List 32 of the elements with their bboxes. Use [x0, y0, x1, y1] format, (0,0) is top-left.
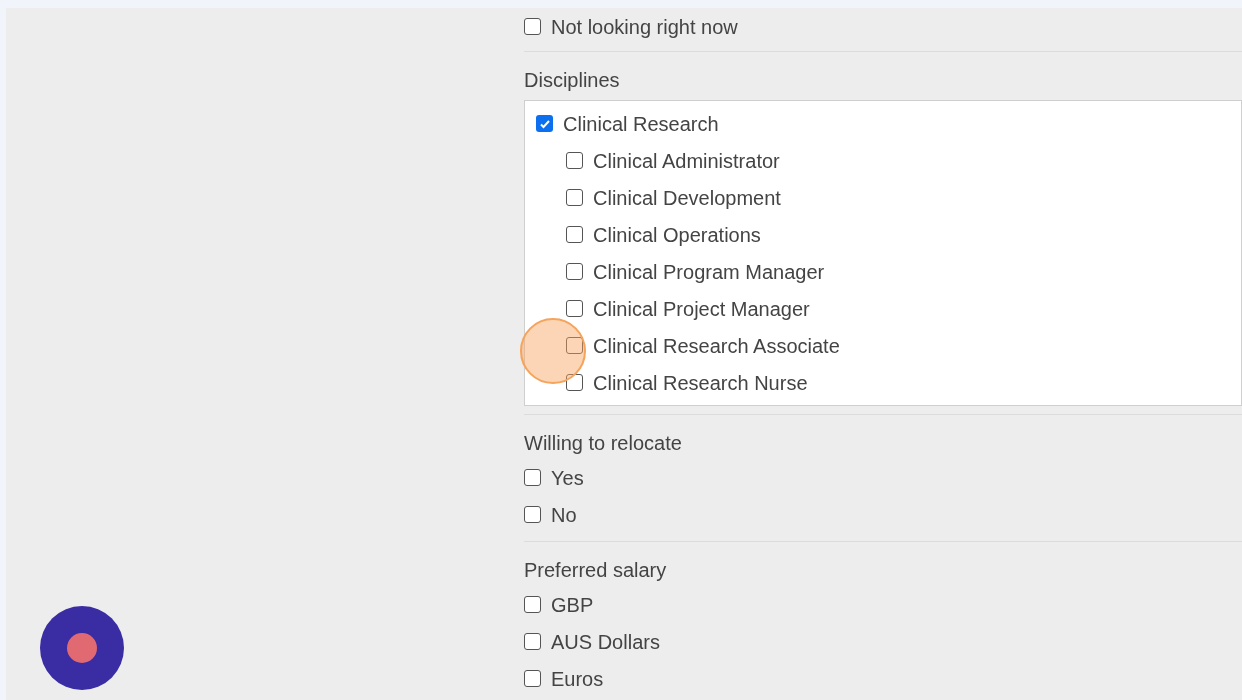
checkbox[interactable]: [524, 670, 541, 687]
option-label: Clinical Project Manager: [593, 296, 810, 322]
checkbox[interactable]: [566, 263, 583, 280]
checkbox[interactable]: [524, 18, 541, 35]
section-title: Disciplines: [524, 68, 621, 93]
option-label: Clinical Research: [563, 111, 719, 137]
checkbox[interactable]: [566, 226, 583, 243]
option-label: No: [551, 502, 577, 528]
checkbox[interactable]: [524, 633, 541, 650]
option-label: AUS Dollars: [551, 629, 660, 655]
option-label: Yes: [551, 465, 584, 491]
option-label: Clinical Research Associate: [593, 333, 840, 359]
checkbox[interactable]: [524, 506, 541, 523]
option-label: Clinical Research Nurse: [593, 370, 808, 396]
discipline-list-box[interactable]: Clinical Research Clinical Administrator Clinical Development Clinical Operations Clinical Program Manager Clinical Project Manager Clinical Research Associate Clinical Research Nurse: [524, 100, 1242, 406]
checkbox[interactable]: [536, 115, 553, 132]
checkbox[interactable]: [566, 300, 583, 317]
checkbox[interactable]: [566, 189, 583, 206]
option-label: Clinical Development: [593, 185, 781, 211]
option-label: GBP: [551, 592, 594, 618]
checkbox[interactable]: [524, 469, 541, 486]
checkbox[interactable]: [566, 152, 583, 169]
option-label: Euros: [551, 666, 604, 692]
section-title: Preferred salary: [524, 558, 668, 583]
checkbox[interactable]: [566, 337, 583, 354]
option-label: Clinical Program Manager: [593, 259, 825, 285]
option-label: Clinical Administrator: [593, 148, 780, 174]
section-title: Willing to relocate: [524, 431, 683, 456]
checkbox[interactable]: [566, 374, 583, 391]
checkbox[interactable]: [524, 596, 541, 613]
option-label: Not looking right now: [551, 14, 738, 40]
option-label: Clinical Operations: [593, 222, 761, 248]
